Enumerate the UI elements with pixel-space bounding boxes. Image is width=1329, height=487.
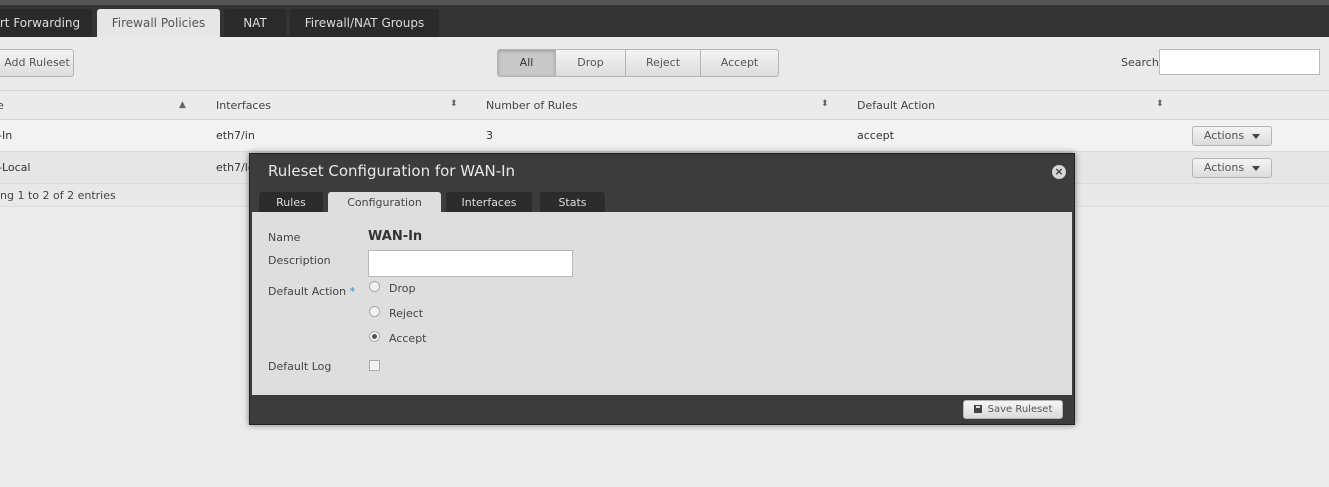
- required-mark: *: [349, 285, 356, 298]
- filter-reject-button[interactable]: Reject: [625, 49, 701, 77]
- tab-nat[interactable]: NAT: [224, 9, 286, 37]
- ruleset-interfaces: eth7/in: [216, 129, 255, 142]
- ruleset-config-dialog: Ruleset Configuration for WAN-In × Rules…: [249, 153, 1075, 425]
- ruleset-name: -In: [0, 129, 13, 142]
- configuration-form: Name WAN-In Description Default Action *…: [252, 212, 1072, 395]
- filter-drop-button[interactable]: Drop: [555, 49, 626, 77]
- search-label: Search: [1121, 56, 1159, 69]
- tab-port-forwarding[interactable]: rt Forwarding: [0, 9, 92, 37]
- top-strip: [0, 0, 1329, 5]
- dialog-footer: Save Ruleset: [252, 395, 1072, 423]
- floppy-icon: [973, 405, 982, 413]
- description-label: Description: [268, 254, 331, 267]
- sort-both-icon[interactable]: ⬍: [450, 100, 458, 109]
- column-header-default-action[interactable]: Default Action: [857, 99, 935, 112]
- tab-firewall-nat-groups[interactable]: Firewall/NAT Groups: [290, 9, 439, 37]
- actions-dropdown-button[interactable]: Actions: [1192, 126, 1272, 146]
- radio-accept[interactable]: [369, 331, 380, 342]
- ruleset-name: -Local: [0, 161, 31, 174]
- radio-drop[interactable]: [369, 281, 380, 292]
- sort-both-icon[interactable]: ⬍: [1156, 100, 1164, 109]
- column-header-number-of-rules[interactable]: Number of Rules: [486, 99, 577, 112]
- actions-label: Actions: [1203, 129, 1245, 142]
- sort-both-icon[interactable]: ⬍: [821, 100, 829, 109]
- ruleset-default-action: accept: [857, 129, 894, 142]
- tab-stats[interactable]: Stats: [540, 192, 605, 213]
- radio-reject[interactable]: [369, 306, 380, 317]
- caret-down-icon: [1252, 133, 1261, 139]
- caret-down-icon: [1252, 165, 1261, 171]
- tab-configuration[interactable]: Configuration: [328, 192, 441, 213]
- sort-ascending-icon[interactable]: ▲: [179, 101, 186, 110]
- add-ruleset-button[interactable]: Add Ruleset: [0, 49, 74, 77]
- radio-accept-label[interactable]: Accept: [389, 332, 427, 345]
- description-input[interactable]: [368, 250, 573, 277]
- tab-interfaces[interactable]: Interfaces: [446, 192, 532, 213]
- tab-rules[interactable]: Rules: [259, 192, 323, 213]
- filter-accept-button[interactable]: Accept: [700, 49, 779, 77]
- column-header-name[interactable]: e: [0, 99, 4, 112]
- column-header-interfaces[interactable]: Interfaces: [216, 99, 271, 112]
- search-input[interactable]: [1159, 49, 1320, 75]
- filter-all-button[interactable]: All: [497, 49, 556, 77]
- radio-drop-label[interactable]: Drop: [389, 282, 415, 295]
- save-ruleset-label: Save Ruleset: [987, 404, 1053, 415]
- dialog-title: Ruleset Configuration for WAN-In: [268, 162, 516, 180]
- default-action-label: Default Action *: [268, 285, 355, 298]
- default-log-label: Default Log: [268, 360, 332, 373]
- actions-dropdown-button[interactable]: Actions: [1192, 158, 1272, 178]
- tab-firewall-policies[interactable]: Firewall Policies: [97, 9, 220, 37]
- table-info: ng 1 to 2 of 2 entries: [0, 189, 116, 202]
- name-label: Name: [268, 231, 301, 244]
- save-ruleset-button[interactable]: Save Ruleset: [963, 400, 1063, 419]
- ruleset-rule-count: 3: [486, 129, 493, 142]
- table-row[interactable]: -In eth7/in 3 accept Actions: [0, 120, 1329, 152]
- radio-reject-label[interactable]: Reject: [389, 307, 423, 320]
- close-icon[interactable]: ×: [1052, 165, 1066, 179]
- default-action-label-text: Default Action: [268, 285, 347, 298]
- table-header: e ▲ Interfaces ⬍ Number of Rules ⬍ Defau…: [0, 90, 1329, 120]
- default-log-checkbox[interactable]: [369, 360, 380, 371]
- actions-label: Actions: [1203, 161, 1245, 174]
- ruleset-name-value: WAN-In: [368, 229, 423, 244]
